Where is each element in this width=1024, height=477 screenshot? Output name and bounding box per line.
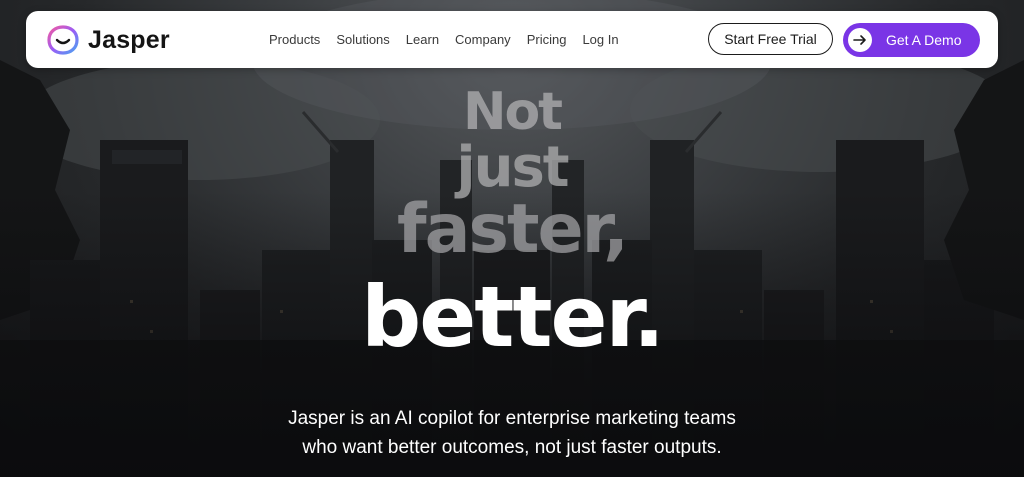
nav-products[interactable]: Products xyxy=(269,32,320,47)
hero-subtext: Jasper is an AI copilot for enterprise m… xyxy=(0,404,1024,462)
nav-solutions[interactable]: Solutions xyxy=(336,32,389,47)
arrow-right-icon xyxy=(848,28,872,52)
nav-login[interactable]: Log In xyxy=(582,32,618,47)
primary-nav: Products Solutions Learn Company Pricing… xyxy=(269,11,619,68)
nav-company[interactable]: Company xyxy=(455,32,511,47)
nav-pricing[interactable]: Pricing xyxy=(527,32,567,47)
hero-subtext-line-2: who want better outcomes, not just faste… xyxy=(302,437,722,458)
top-navbar: Jasper Products Solutions Learn Company … xyxy=(26,11,998,68)
headline-line-2: just xyxy=(456,135,569,200)
get-a-demo-label: Get A Demo xyxy=(886,32,962,48)
jasper-logo-icon xyxy=(47,25,79,55)
brand-home-link[interactable]: Jasper xyxy=(46,25,170,55)
hero-section: Not just faster, better. Jasper is an AI… xyxy=(0,0,1024,477)
start-free-trial-button[interactable]: Start Free Trial xyxy=(708,23,833,55)
brand-name: Jasper xyxy=(88,26,170,54)
nav-learn[interactable]: Learn xyxy=(406,32,439,47)
headline-line-1: Not xyxy=(462,82,563,142)
start-free-trial-label: Start Free Trial xyxy=(724,31,817,47)
get-a-demo-button[interactable]: Get A Demo xyxy=(843,23,980,57)
headline-line-4: better. xyxy=(361,268,665,366)
hero-subtext-line-1: Jasper is an AI copilot for enterprise m… xyxy=(288,408,736,429)
headline-line-3: faster, xyxy=(397,190,629,269)
